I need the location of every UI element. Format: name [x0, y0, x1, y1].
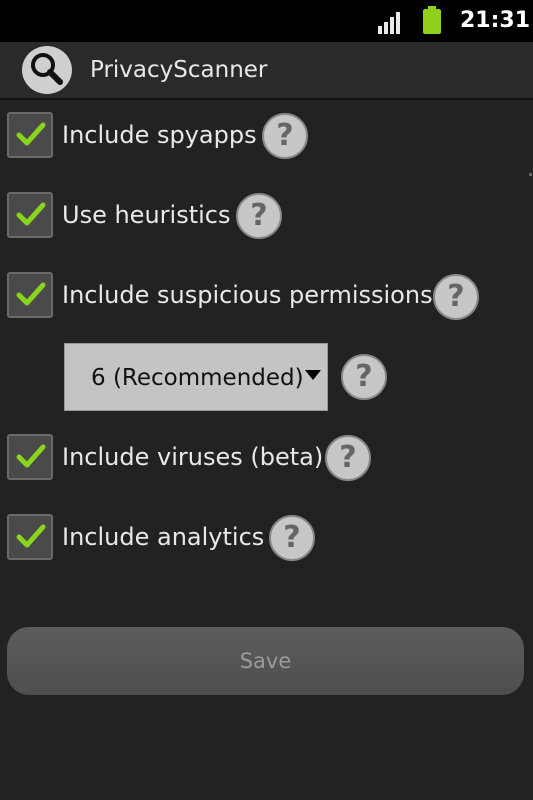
include-analytics-checkbox[interactable]: [7, 514, 53, 560]
save-button[interactable]: Save: [7, 627, 524, 695]
option-include-suspicious-permissions[interactable]: Include suspicious permissions ?: [0, 270, 533, 326]
title-bar: PrivacyScanner: [0, 42, 533, 100]
option-include-spyapps[interactable]: Include spyapps ?: [0, 110, 533, 166]
check-icon: [16, 122, 46, 146]
help-icon[interactable]: ?: [236, 193, 282, 239]
status-clock: 21:31: [460, 8, 531, 33]
check-icon: [16, 444, 46, 468]
check-icon: [16, 282, 46, 306]
dropdown-arrow-icon: [305, 370, 321, 380]
include-analytics-label: Include analytics: [62, 523, 265, 551]
option-use-heuristics[interactable]: Use heuristics ?: [0, 190, 533, 246]
include-viruses-checkbox[interactable]: [7, 434, 53, 480]
permission-threshold-spinner[interactable]: 6 (Recommended): [64, 343, 328, 411]
check-icon: [16, 202, 46, 226]
option-include-analytics[interactable]: Include analytics ?: [0, 512, 533, 568]
spinner-selected-value: 6 (Recommended): [91, 365, 304, 391]
save-button-label: Save: [239, 649, 292, 673]
include-viruses-label: Include viruses (beta): [62, 443, 324, 471]
help-icon[interactable]: ?: [341, 354, 387, 400]
check-icon: [16, 524, 46, 548]
battery-icon: [423, 6, 441, 34]
option-include-viruses[interactable]: Include viruses (beta) ?: [0, 432, 533, 488]
use-heuristics-checkbox[interactable]: [7, 192, 53, 238]
include-spyapps-label: Include spyapps: [62, 121, 257, 149]
signal-icon: [378, 10, 404, 34]
app-title: PrivacyScanner: [90, 57, 268, 83]
help-icon[interactable]: ?: [262, 113, 308, 159]
use-heuristics-label: Use heuristics: [62, 201, 231, 229]
include-suspicious-permissions-label: Include suspicious permissions: [62, 281, 433, 309]
status-bar: 21:31: [0, 0, 533, 42]
scrollbar-indicator: [529, 173, 532, 176]
include-suspicious-permissions-checkbox[interactable]: [7, 272, 53, 318]
help-icon[interactable]: ?: [433, 274, 479, 320]
help-icon[interactable]: ?: [325, 435, 371, 481]
help-icon[interactable]: ?: [269, 515, 315, 561]
magnifier-icon: [22, 46, 72, 94]
include-spyapps-checkbox[interactable]: [7, 112, 53, 158]
